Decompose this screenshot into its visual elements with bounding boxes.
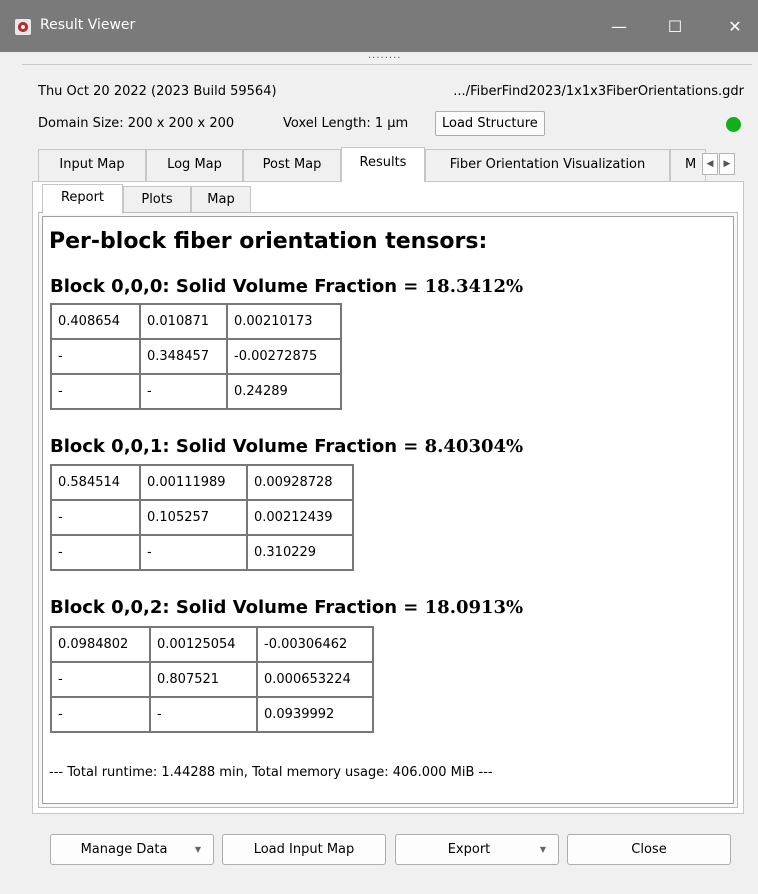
table-row: 0.408654 0.010871 0.00210173 xyxy=(51,304,341,339)
tab-log-map[interactable]: Log Map xyxy=(146,149,243,181)
export-button[interactable]: Export ▼ xyxy=(395,834,559,865)
block-title: Block 0,0,0: Solid Volume Fraction = 18.… xyxy=(50,276,524,297)
subtab-map[interactable]: Map xyxy=(191,186,251,213)
tensor-table: 0.0984802 0.00125054 -0.00306462 - 0.807… xyxy=(50,626,374,733)
main-tab-bar: Input Map Log Map Post Map Results Fiber… xyxy=(38,147,738,182)
table-row: - - 0.0939992 xyxy=(51,697,373,732)
tab-results[interactable]: Results xyxy=(341,147,425,182)
tab-scroll-right-icon[interactable]: ▶ xyxy=(719,153,735,175)
runtime-summary: --- Total runtime: 1.44288 min, Total me… xyxy=(49,765,493,780)
table-row: - 0.807521 0.000653224 xyxy=(51,662,373,697)
domain-size: Domain Size: 200 x 200 x 200 xyxy=(38,116,235,131)
manage-data-button[interactable]: Manage Data ▼ xyxy=(50,834,214,865)
voxel-length: Voxel Length: 1 µm xyxy=(283,116,409,131)
tab-post-map[interactable]: Post Map xyxy=(243,149,341,181)
dropdown-arrow-icon: ▼ xyxy=(539,845,546,854)
tab-fiber-orientation-visualization[interactable]: Fiber Orientation Visualization xyxy=(425,149,670,181)
splitter-line xyxy=(22,64,752,65)
load-input-map-button[interactable]: Load Input Map xyxy=(222,834,386,865)
close-window-button[interactable]: ✕ xyxy=(712,8,758,44)
app-logo-icon xyxy=(15,19,31,35)
table-row: - 0.105257 0.00212439 xyxy=(51,500,353,535)
block-title: Block 0,0,1: Solid Volume Fraction = 8.4… xyxy=(50,436,524,457)
report-heading: Per-block fiber orientation tensors: xyxy=(49,229,488,254)
tensor-table: 0.408654 0.010871 0.00210173 - 0.348457 … xyxy=(50,303,342,410)
tab-scroll-left-icon[interactable]: ◀ xyxy=(702,153,718,175)
status-indicator-icon xyxy=(726,117,741,132)
table-row: 0.0984802 0.00125054 -0.00306462 xyxy=(51,627,373,662)
tab-m[interactable]: M xyxy=(670,149,706,181)
subtab-plots[interactable]: Plots xyxy=(123,186,191,213)
file-path: .../FiberFind2023/1x1x3FiberOrientations… xyxy=(453,84,744,99)
close-button[interactable]: Close xyxy=(567,834,731,865)
block-title: Block 0,0,2: Solid Volume Fraction = 18.… xyxy=(50,597,524,618)
minimize-button[interactable]: — xyxy=(596,8,642,44)
table-row: 0.584514 0.00111989 0.00928728 xyxy=(51,465,353,500)
subtab-report[interactable]: Report xyxy=(42,184,123,214)
tensor-table: 0.584514 0.00111989 0.00928728 - 0.10525… xyxy=(50,464,354,571)
title-bar: Result Viewer — ☐ ✕ xyxy=(0,0,758,52)
load-structure-button[interactable]: Load Structure xyxy=(435,111,545,136)
table-row: - 0.348457 -0.00272875 xyxy=(51,339,341,374)
dropdown-arrow-icon: ▼ xyxy=(194,845,201,854)
maximize-button[interactable]: ☐ xyxy=(652,8,698,44)
window-title: Result Viewer xyxy=(40,17,136,33)
build-date: Thu Oct 20 2022 (2023 Build 59564) xyxy=(38,84,277,99)
report-view[interactable]: Per-block fiber orientation tensors: Blo… xyxy=(42,216,734,804)
tab-input-map[interactable]: Input Map xyxy=(38,149,146,181)
table-row: - - 0.24289 xyxy=(51,374,341,409)
table-row: - - 0.310229 xyxy=(51,535,353,570)
splitter-grip[interactable]: ........ xyxy=(368,51,404,62)
